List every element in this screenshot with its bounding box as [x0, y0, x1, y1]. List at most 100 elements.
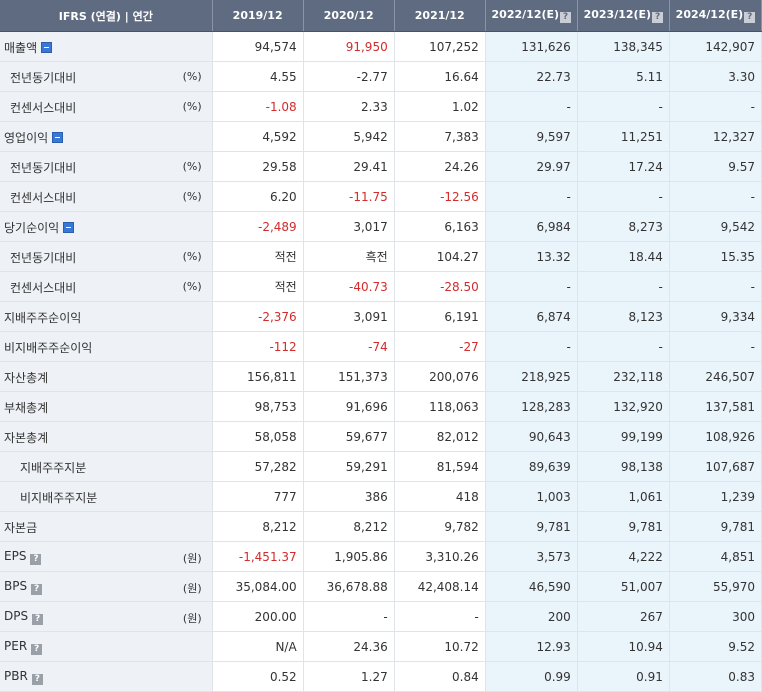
value-cell: 59,291 — [303, 451, 395, 482]
value-cell: 3,091 — [303, 301, 395, 332]
row-unit: (%) — [182, 250, 202, 263]
table-row: 영업이익 4,592 5,942 7,383 9,597 11,251 12,327 — [0, 121, 762, 152]
row-label: 비지배주주순이익 — [4, 339, 92, 356]
row-label-cell: 지배주주순이익 — [0, 301, 213, 332]
estimate-value-cell: - — [485, 91, 578, 122]
table-row: 자본총계 58,058 59,677 82,012 90,643 99,199 108,92… — [0, 421, 762, 452]
value-cell: -40.73 — [303, 271, 395, 302]
table-row: 전년동기대비 (%) 적전 흑전 104.27 13.32 18.44 15.35 — [0, 241, 762, 272]
table-row: EPS? (원) -1,451.37 1,905.86 3,310.26 3,573 4,2… — [0, 541, 762, 572]
row-label-text: 지배주주지분 — [20, 461, 87, 475]
row-label-cell: 부채총계 — [0, 391, 213, 422]
header-year-2024e: 2024/12(E)? — [669, 0, 762, 32]
value-cell: 118,063 — [394, 391, 486, 422]
table-row: 비지배주주순이익 -112 -74 -27- - - — [0, 331, 762, 362]
value-cell: 200,076 — [394, 361, 486, 392]
value-cell: 81,594 — [394, 451, 486, 482]
estimate-value-cell: 99,199 — [577, 421, 670, 452]
row-label-text: 영업이익 — [4, 131, 49, 145]
estimate-value-cell: 3,573 — [485, 541, 578, 572]
row-label-cell: 비지배주주순이익 — [0, 331, 213, 362]
value-cell: 24.36 — [303, 631, 395, 662]
estimate-value-cell: 10.94 — [577, 631, 670, 662]
estimate-value-cell: 9,334 — [669, 301, 762, 332]
help-icon[interactable]: ? — [31, 674, 43, 685]
estimate-value-cell: - — [669, 91, 762, 122]
table-row: 컨센서스대비 (%) 6.20 -11.75 -12.56- - - — [0, 181, 762, 212]
value-cell: 151,373 — [303, 361, 395, 392]
row-label: EPS? — [4, 549, 42, 565]
row-label-text: 매출액 — [4, 41, 38, 55]
estimate-value-cell: 9,781 — [485, 511, 578, 542]
value-cell: 7,383 — [394, 121, 486, 152]
estimate-value-cell: 1,061 — [577, 481, 670, 512]
row-label: 지배주주순이익 — [4, 309, 81, 326]
table-row: 전년동기대비 (%) 4.55 -2.77 16.64 22.73 5.11 3.30 — [0, 61, 762, 92]
row-label: DPS? — [4, 609, 44, 625]
header-year-2023e: 2023/12(E)? — [577, 0, 670, 32]
value-cell: -2,376 — [212, 301, 304, 332]
help-icon[interactable]: ? — [744, 12, 756, 23]
estimate-value-cell: 218,925 — [485, 361, 578, 392]
estimate-value-cell: 55,970 — [669, 571, 762, 602]
collapse-icon[interactable] — [41, 42, 53, 53]
row-label-cell: BPS? (원) — [0, 571, 213, 602]
estimate-value-cell: 11,251 — [577, 121, 670, 152]
help-icon[interactable]: ? — [30, 554, 42, 565]
value-cell: 8,212 — [303, 511, 395, 542]
table-row: 당기순이익 -2,489 3,017 6,163 6,984 8,273 9,542 — [0, 211, 762, 242]
estimate-value-cell: - — [669, 181, 762, 212]
value-cell: 6,163 — [394, 211, 486, 242]
value-cell: 57,282 — [212, 451, 304, 482]
help-icon[interactable]: ? — [560, 12, 572, 23]
row-label: 매출액 — [4, 39, 53, 56]
row-unit: (%) — [182, 70, 202, 83]
value-cell: 1.02 — [394, 91, 486, 122]
estimate-value-cell: 107,687 — [669, 451, 762, 482]
help-icon[interactable]: ? — [32, 614, 44, 625]
value-cell: N/A — [212, 631, 304, 662]
row-label-text: 전년동기대비 — [10, 161, 77, 175]
row-label-cell: 자본총계 — [0, 421, 213, 452]
value-cell: 9,782 — [394, 511, 486, 542]
row-label-cell: 자산총계 — [0, 361, 213, 392]
value-cell: 6.20 — [212, 181, 304, 212]
help-icon[interactable]: ? — [31, 584, 43, 595]
row-unit: (원) — [182, 612, 202, 625]
header-year-2019: 2019/12 — [212, 0, 304, 32]
table-row: 매출액 94,574 91,950 107,252 131,626 138,345 142,… — [0, 31, 762, 62]
estimate-value-cell: 108,926 — [669, 421, 762, 452]
row-label-text: 비지배주주지분 — [20, 491, 98, 505]
value-cell: 98,753 — [212, 391, 304, 422]
value-cell: -2.77 — [303, 61, 395, 92]
row-label: PER? — [4, 639, 43, 655]
help-icon[interactable]: ? — [31, 644, 43, 655]
help-icon[interactable]: ? — [652, 12, 664, 23]
value-cell: 3,310.26 — [394, 541, 486, 572]
value-cell: -74 — [303, 331, 395, 362]
value-cell: 107,252 — [394, 31, 486, 62]
value-cell: 200.00 — [212, 601, 304, 632]
value-cell: 35,084.00 — [212, 571, 304, 602]
row-label-cell: 전년동기대비 (%) — [0, 61, 213, 92]
row-label-cell: 영업이익 — [0, 121, 213, 152]
row-unit: (%) — [182, 100, 202, 113]
header-year-2021: 2021/12 — [394, 0, 486, 32]
estimate-value-cell: 232,118 — [577, 361, 670, 392]
header-year-2022e: 2022/12(E)? — [485, 0, 578, 32]
collapse-icon[interactable] — [63, 222, 75, 233]
collapse-icon[interactable] — [52, 132, 64, 143]
value-cell: 777 — [212, 481, 304, 512]
estimate-value-cell: 13.32 — [485, 241, 578, 272]
value-cell: 8,212 — [212, 511, 304, 542]
estimate-value-cell: 138,345 — [577, 31, 670, 62]
row-unit: (원) — [182, 582, 202, 595]
estimate-value-cell: 1,003 — [485, 481, 578, 512]
table-row: DPS? (원) 200.00- -200 267 300 — [0, 601, 762, 632]
estimate-value-cell: 17.24 — [577, 151, 670, 182]
table-row: 자본금 8,212 8,212 9,782 9,781 9,781 9,781 — [0, 511, 762, 542]
estimate-value-cell: 132,920 — [577, 391, 670, 422]
estimate-value-cell: 98,138 — [577, 451, 670, 482]
row-label-text: 비지배주주순이익 — [4, 341, 93, 355]
row-label-text: 자산총계 — [4, 371, 49, 385]
